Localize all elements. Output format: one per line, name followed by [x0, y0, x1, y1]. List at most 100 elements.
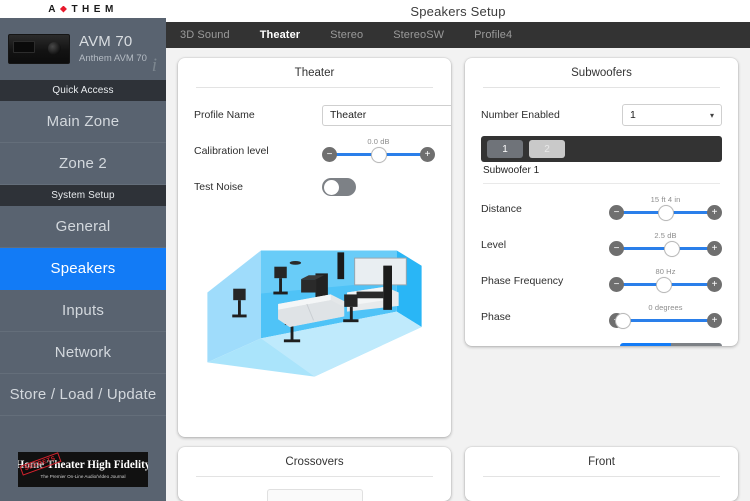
profile-name-input[interactable] — [322, 105, 451, 126]
divider — [483, 183, 720, 184]
sidebar-item-network[interactable]: Network — [0, 332, 166, 374]
level-slider[interactable]: 2.5 dB − + — [609, 232, 722, 258]
secrets-stamp: SECRETS — [20, 452, 62, 475]
tab-label: Theater — [260, 29, 300, 41]
sidebar-item-label: Speakers — [51, 260, 116, 277]
polarity-option-normal[interactable]: Normal — [620, 343, 671, 346]
brand-bar: A T H E M — [0, 0, 166, 18]
distance-slider[interactable]: 15 ft 4 in − + — [609, 196, 722, 222]
tab-stereosw[interactable]: StereoSW — [393, 29, 444, 41]
level-slider-knob[interactable] — [664, 241, 680, 257]
distance-label: Distance — [481, 203, 609, 215]
home-theater-high-fidelity-logo: SECRETS Home Theater High Fidelity The P… — [18, 452, 148, 487]
sidebar-section-system-setup: System Setup — [0, 185, 166, 206]
distance-control: 15 ft 4 in − + — [609, 196, 722, 222]
phase-frequency-decrease-button[interactable]: − — [609, 277, 624, 292]
distance-row: Distance 15 ft 4 in − + — [481, 194, 722, 224]
tab-theater[interactable]: Theater — [260, 29, 300, 41]
profile-name-group: Apply — [322, 105, 451, 126]
number-enabled-value: 1 — [630, 109, 636, 121]
logo-letter-a: A — [48, 4, 60, 15]
level-decrease-button[interactable]: − — [609, 241, 624, 256]
polarity-segmented-control: Normal Inverted — [620, 343, 722, 346]
theater-panel-title: Theater — [194, 67, 435, 87]
calibration-level-control: 0.0 dB − + — [322, 138, 435, 164]
level-control: 2.5 dB − + — [609, 232, 722, 258]
profile-name-label: Profile Name — [194, 109, 322, 121]
tab-stereo[interactable]: Stereo — [330, 29, 363, 41]
device-title: AVM 70 — [79, 33, 147, 52]
calibration-slider-knob[interactable] — [371, 147, 387, 163]
calibration-level-slider[interactable]: 0.0 dB − + — [322, 138, 435, 164]
subwoofer-tab-1[interactable]: 1 — [487, 140, 523, 158]
logo-letter-m: M — [105, 4, 118, 15]
sidebar-item-speakers[interactable]: Speakers — [0, 248, 166, 290]
calibration-level-value: 0.0 dB — [322, 137, 435, 146]
phase-increase-button[interactable]: + — [707, 313, 722, 328]
number-enabled-select[interactable]: 1 ▾ — [622, 104, 722, 126]
theater-panel: Theater Profile Name Apply Calibration l… — [178, 58, 451, 437]
sidebar-spacer — [0, 416, 166, 452]
number-enabled-label: Number Enabled — [481, 109, 609, 121]
device-text: AVM 70 Anthem AVM 70 — [79, 33, 147, 66]
sidebar-item-zone-2[interactable]: Zone 2 — [0, 143, 166, 185]
phase-slider-knob[interactable] — [615, 313, 631, 329]
phase-frequency-slider-knob[interactable] — [656, 277, 672, 293]
profile-name-control: Apply — [322, 105, 451, 126]
crossovers-panel-title: Crossovers — [194, 456, 435, 476]
sidebar-item-label: General — [56, 218, 111, 235]
level-increase-button[interactable]: + — [707, 241, 722, 256]
polarity-option-inverted[interactable]: Inverted — [671, 343, 722, 346]
distance-slider-knob[interactable] — [658, 205, 674, 221]
logo-sub-text: The Premier On-Line Audio/Video Journal — [41, 474, 126, 479]
sidebar-item-store-load-update[interactable]: Store / Load / Update — [0, 374, 166, 416]
phase-frequency-slider[interactable]: 80 Hz − + — [609, 268, 722, 294]
sidebar-item-inputs[interactable]: Inputs — [0, 290, 166, 332]
tab-3d-sound[interactable]: 3D Sound — [180, 29, 230, 41]
phase-control: 0 degrees − + — [609, 304, 722, 330]
sidebar: A T H E M AVM 70 Anthem AVM 70 i Quick A… — [0, 0, 166, 501]
subwoofer-tab-label: 2 — [544, 144, 550, 155]
test-noise-label: Test Noise — [194, 181, 322, 193]
sidebar-logo-area: SECRETS Home Theater High Fidelity The P… — [0, 452, 166, 501]
app-root: A T H E M AVM 70 Anthem AVM 70 i Quick A… — [0, 0, 750, 501]
info-icon[interactable]: i — [152, 56, 157, 75]
slider-track[interactable] — [620, 319, 711, 322]
tab-label: StereoSW — [393, 29, 444, 41]
tab-label: Profile4 — [474, 29, 512, 41]
phase-slider[interactable]: 0 degrees − + — [609, 304, 722, 330]
number-enabled-control: 1 ▾ — [609, 104, 722, 126]
phase-frequency-control: 80 Hz − + — [609, 268, 722, 294]
subwoofers-panel: Subwoofers Number Enabled 1 ▾ 1 — [465, 58, 738, 346]
crossovers-input-stub[interactable] — [267, 489, 363, 501]
front-panel: Front — [465, 447, 738, 501]
distance-increase-button[interactable]: + — [707, 205, 722, 220]
phase-frequency-increase-button[interactable]: + — [707, 277, 722, 292]
logo-letter-t: T — [71, 4, 82, 15]
calibration-level-label: Calibration level — [194, 145, 322, 157]
sidebar-item-general[interactable]: General — [0, 206, 166, 248]
logo-letter-e: E — [94, 4, 105, 15]
sidebar-item-main-zone[interactable]: Main Zone — [0, 101, 166, 143]
page-title: Speakers Setup — [410, 4, 505, 19]
polarity-row: Polarity Normal Inverted — [481, 338, 722, 346]
phase-value: 0 degrees — [609, 303, 722, 312]
phase-frequency-row: Phase Frequency 80 Hz − + — [481, 266, 722, 296]
sidebar-item-label: Inputs — [62, 302, 104, 319]
calibration-increase-button[interactable]: + — [420, 147, 435, 162]
toggle-knob — [324, 180, 339, 195]
profile-name-row: Profile Name Apply — [194, 100, 435, 130]
phase-row: Phase 0 degrees − + — [481, 302, 722, 332]
tab-bar: 3D Sound Theater Stereo StereoSW Profile… — [166, 22, 750, 48]
device-subtitle: Anthem AVM 70 — [79, 53, 147, 65]
divider — [196, 476, 433, 477]
chevron-down-icon: ▾ — [710, 111, 714, 120]
tab-profile4[interactable]: Profile4 — [474, 29, 512, 41]
test-noise-toggle[interactable] — [322, 178, 356, 196]
divider — [483, 476, 720, 477]
distance-decrease-button[interactable]: − — [609, 205, 624, 220]
device-card[interactable]: AVM 70 Anthem AVM 70 i — [0, 18, 166, 80]
diamond-icon — [60, 6, 67, 13]
calibration-decrease-button[interactable]: − — [322, 147, 337, 162]
calibration-level-row: Calibration level 0.0 dB − + — [194, 136, 435, 166]
